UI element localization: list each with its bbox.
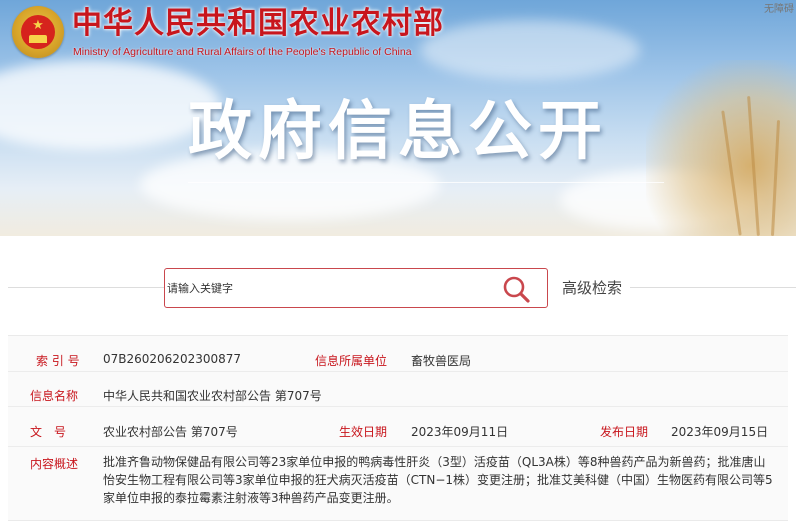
- advanced-search-link[interactable]: 高级检索: [562, 277, 622, 298]
- section-title: 政府信息公开: [188, 95, 608, 169]
- index-label: 索 引 号: [36, 354, 80, 368]
- gate-icon: [29, 35, 47, 43]
- ministry-name-cn[interactable]: 中华人民共和国农业农村部: [72, 6, 444, 42]
- search-bar: [164, 268, 548, 308]
- title-underline: [188, 182, 664, 183]
- divider: [8, 287, 164, 288]
- table-row: 索 引 号 07B260206202300877 信息所属单位 畜牧兽医局: [8, 336, 788, 372]
- effective-date-label: 生效日期: [339, 425, 388, 439]
- search-icon: [503, 276, 530, 303]
- docno-value: 农业农村部公告 第707号: [103, 425, 238, 439]
- index-value: 07B260206202300877: [103, 352, 242, 366]
- table-row: 信息名称 中华人民共和国农业农村部公告 第707号: [8, 372, 788, 407]
- summary-value: 批准齐鲁动物保健品有限公司等23家单位申报的鸭病毒性肝炎（3型）活疫苗（QL3A…: [103, 455, 773, 505]
- effective-date-value: 2023年09月11日: [411, 425, 509, 439]
- dept-value: 畜牧兽医局: [411, 354, 472, 368]
- docno-label: 文 号: [30, 425, 67, 439]
- accessibility-link[interactable]: 无障碍: [764, 0, 794, 15]
- summary-label: 内容概述: [30, 457, 79, 471]
- name-value: 中华人民共和国农业农村部公告 第707号: [103, 389, 322, 403]
- info-table: 索 引 号 07B260206202300877 信息所属单位 畜牧兽医局 信息…: [8, 335, 788, 521]
- search-input[interactable]: [167, 278, 487, 298]
- cloud-decoration: [0, 60, 220, 150]
- divider: [630, 287, 796, 288]
- dept-label: 信息所属单位: [315, 354, 388, 368]
- emblem-center: ★: [21, 15, 55, 49]
- search-button[interactable]: [501, 274, 533, 304]
- name-label: 信息名称: [30, 389, 79, 403]
- national-emblem-icon[interactable]: ★: [12, 6, 64, 58]
- publish-date-label: 发布日期: [600, 425, 649, 439]
- cloud-decoration: [420, 20, 640, 80]
- star-icon: ★: [32, 18, 44, 33]
- table-row: 文 号 农业农村部公告 第707号 生效日期 2023年09月11日 发布日期 …: [8, 407, 788, 447]
- table-row: 内容概述 批准齐鲁动物保健品有限公司等23家单位申报的鸭病毒性肝炎（3型）活疫苗…: [8, 447, 788, 522]
- ministry-name-en[interactable]: Ministry of Agriculture and Rural Affair…: [73, 46, 412, 58]
- publish-date-value: 2023年09月15日: [671, 425, 769, 439]
- header-banner: ★ 中华人民共和国农业农村部 Ministry of Agriculture a…: [0, 0, 796, 236]
